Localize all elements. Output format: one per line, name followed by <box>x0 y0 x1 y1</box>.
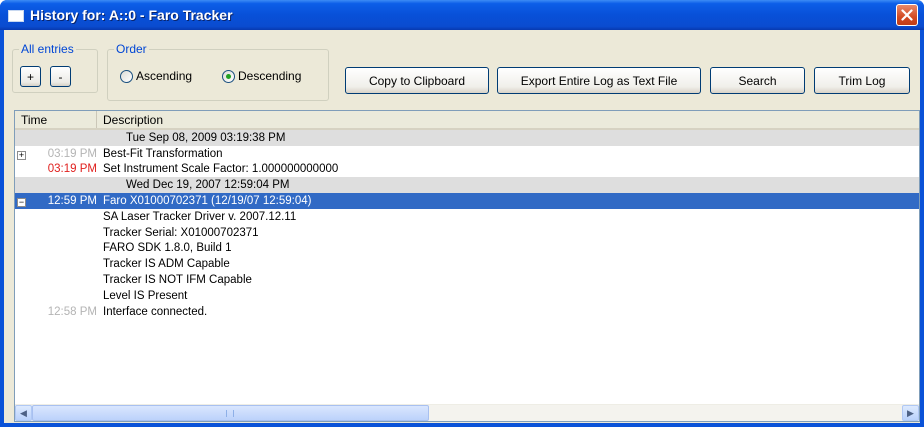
entry-description: Interface connected. <box>103 305 208 318</box>
list-item[interactable]: Tracker Serial: X01000702371 <box>15 225 919 241</box>
list-item[interactable]: Level IS Present <box>15 288 919 304</box>
grip-icon <box>226 410 234 417</box>
copy-to-clipboard-button[interactable]: Copy to Clipboard <box>345 67 489 94</box>
descending-radio[interactable]: Descending <box>222 69 301 83</box>
entry-description: Faro X01000702371 (12/19/07 12:59:04) <box>103 195 312 208</box>
all-entries-label: All entries <box>19 42 76 56</box>
collapse-all-button[interactable]: - <box>50 66 71 87</box>
list-item[interactable]: Tracker IS ADM Capable <box>15 256 919 272</box>
radio-selected-dot <box>226 73 231 79</box>
window-icon <box>8 9 24 22</box>
column-header-description[interactable]: Description <box>97 111 919 128</box>
entry-description: Tracker IS NOT IFM Capable <box>103 274 252 287</box>
time-cell: +03:19 PM <box>15 148 103 160</box>
date-group-label: Wed Dec 19, 2007 12:59:04 PM <box>126 179 290 192</box>
entry-description: SA Laser Tracker Driver v. 2007.12.11 <box>103 210 297 223</box>
list-item[interactable]: 03:19 PM Set Instrument Scale Factor: 1.0… <box>15 162 919 178</box>
date-group-label: Tue Sep 08, 2009 03:19:38 PM <box>126 131 286 144</box>
time-cell: 12:58 PM <box>15 306 103 318</box>
list-item[interactable]: Tracker IS NOT IFM Capable <box>15 272 919 288</box>
date-group-row[interactable]: Wed Dec 19, 2007 12:59:04 PM <box>15 177 919 194</box>
scroll-right-icon: ▶ <box>907 407 914 418</box>
entry-time: 03:19 PM <box>47 163 97 176</box>
entry-description: Tracker IS ADM Capable <box>103 258 230 271</box>
time-cell: − 12:59 PM <box>15 195 103 208</box>
entry-time: 12:58 PM <box>47 305 97 318</box>
scroll-right-button[interactable]: ▶ <box>902 405 919 421</box>
list-item[interactable]: − 12:59 PM Faro X01000702371 (12/19/07 12:… <box>15 193 919 209</box>
scrollbar-track[interactable] <box>32 405 902 421</box>
entry-description: Level IS Present <box>103 289 188 302</box>
entry-description: Tracker Serial: X01000702371 <box>103 226 259 239</box>
scrollbar-thumb[interactable] <box>32 405 429 421</box>
entry-time: 03:19 PM <box>47 147 97 160</box>
entry-description: FARO SDK 1.8.0, Build 1 <box>103 242 232 255</box>
scroll-left-icon: ◀ <box>20 407 27 418</box>
descending-radio-circle[interactable] <box>222 69 235 83</box>
ascending-label: Ascending <box>136 69 193 83</box>
history-list[interactable]: Time Description Tue Sep 08, 2009 03:19:… <box>14 110 920 422</box>
list-item[interactable]: SA Laser Tracker Driver v. 2007.12.11 <box>15 209 919 225</box>
trim-log-button[interactable]: Trim Log <box>814 67 910 94</box>
close-button[interactable] <box>896 4 918 26</box>
close-icon <box>901 9 913 21</box>
expand-icon[interactable]: + <box>17 150 26 160</box>
entry-time: 12:59 PM <box>47 195 97 208</box>
date-group-row[interactable]: Tue Sep 08, 2009 03:19:38 PM <box>15 130 919 146</box>
list-item[interactable]: 12:58 PM Interface connected. <box>15 304 919 320</box>
window-title: History for: A::0 - Faro Tracker <box>30 7 233 23</box>
descending-label: Descending <box>238 69 302 83</box>
horizontal-scrollbar[interactable]: ◀ ▶ <box>15 404 919 421</box>
order-label: Order <box>114 42 149 56</box>
list-item[interactable]: FARO SDK 1.8.0, Build 1 <box>15 241 919 257</box>
export-log-button[interactable]: Export Entire Log as Text File <box>497 67 701 94</box>
scroll-left-button[interactable]: ◀ <box>15 405 32 421</box>
list-rows: Tue Sep 08, 2009 03:19:38 PM +03:19 PM Bes… <box>15 130 919 320</box>
column-header-time[interactable]: Time <box>15 111 97 128</box>
search-button[interactable]: Search <box>710 67 805 94</box>
list-item[interactable]: +03:19 PM Best-Fit Transformation <box>15 146 919 162</box>
entry-description: Set Instrument Scale Factor: 1.000000000… <box>103 163 339 176</box>
ascending-radio-circle[interactable] <box>120 69 133 83</box>
collapse-icon[interactable]: − <box>17 198 26 208</box>
title-bar[interactable]: History for: A::0 - Faro Tracker <box>0 0 924 30</box>
expand-all-button[interactable]: + <box>20 66 41 87</box>
ascending-radio[interactable]: Ascending <box>120 69 192 83</box>
entry-description: Best-Fit Transformation <box>103 147 223 160</box>
dialog-body: All entries + - Order Ascending Descendi… <box>4 30 920 423</box>
time-cell: 03:19 PM <box>15 163 103 175</box>
history-window: History for: A::0 - Faro Tracker All ent… <box>0 0 924 427</box>
list-header: Time Description <box>15 111 919 130</box>
